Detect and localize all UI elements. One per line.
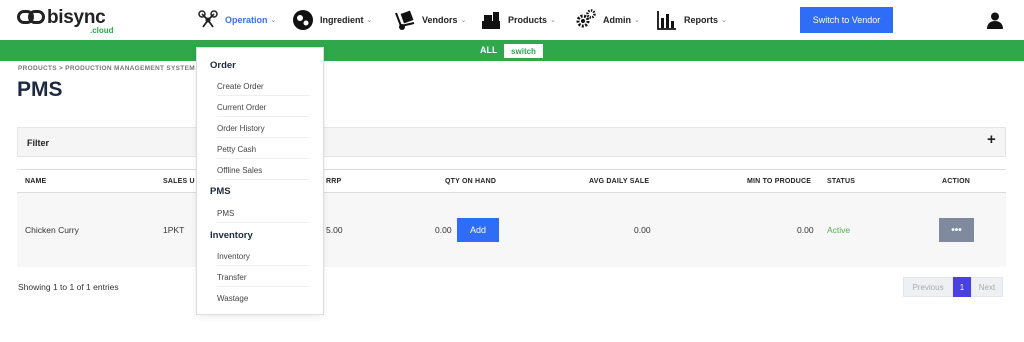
column-header[interactable]: NAME	[25, 178, 46, 185]
cell-min-to-produce: 0.00	[797, 225, 814, 235]
pagination-previous[interactable]: Previous	[903, 277, 953, 297]
menu-section-order: Order	[210, 60, 236, 71]
column-header[interactable]: AVG DAILY SALE	[589, 178, 649, 185]
nav-label: Ingredient	[320, 15, 364, 25]
cell-avg-daily-sale: 0.00	[634, 225, 651, 235]
menu-item-current-order[interactable]: Current Order	[217, 103, 309, 117]
bar-chart-icon	[657, 11, 676, 30]
nav-ingredient[interactable]: Ingredient ⌄	[292, 8, 372, 32]
cell-rrp: 5.00	[326, 225, 343, 235]
chevron-down-icon: ⌄	[550, 17, 556, 24]
nav-label: Reports	[684, 15, 719, 25]
cell-qty-on-hand: 0.00	[435, 225, 452, 235]
menu-section-pms: PMS	[210, 186, 231, 197]
chain-link-icon	[17, 10, 45, 24]
column-header[interactable]: STATUS	[827, 178, 855, 185]
cell-name: Chicken Curry	[25, 225, 79, 235]
menu-section-inventory: Inventory	[210, 230, 253, 241]
top-navbar: bisync .cloud Operation ⌄ Ingredient ⌄ V…	[0, 0, 1024, 40]
context-label: ALL	[480, 45, 498, 55]
chevron-down-icon: ⌄	[721, 17, 727, 24]
page-title: PMS	[17, 78, 63, 101]
operation-dropdown-menu: Order Create Order Current Order Order H…	[196, 47, 324, 315]
user-icon[interactable]	[986, 11, 1004, 29]
add-qty-button[interactable]: Add	[457, 218, 499, 242]
pagination: Previous 1 Next	[903, 277, 1003, 297]
pagination-page-1[interactable]: 1	[953, 277, 971, 297]
chevron-down-icon: ⌄	[270, 17, 277, 24]
menu-item-inventory[interactable]: Inventory	[217, 252, 309, 266]
nav-reports[interactable]: Reports ⌄	[656, 8, 727, 32]
menu-item-order-history[interactable]: Order History	[217, 124, 309, 138]
nav-label: Operation	[225, 15, 268, 25]
chevron-down-icon: ⌄	[460, 17, 467, 24]
entries-info: Showing 1 to 1 of 1 entries	[18, 282, 119, 292]
chevron-down-icon: ⌄	[634, 17, 640, 24]
brand-sub: .cloud	[90, 26, 114, 35]
column-header[interactable]: SALES U	[163, 178, 195, 185]
status-badge: Active	[827, 225, 851, 235]
ingredient-icon	[293, 10, 313, 30]
menu-item-create-order[interactable]: Create Order	[217, 82, 309, 96]
row-actions-button[interactable]: •••	[939, 218, 974, 242]
switch-to-vendor-button[interactable]: Switch to Vendor	[800, 7, 893, 33]
nav-operation[interactable]: Operation ⌄	[197, 8, 276, 32]
drone-icon	[198, 10, 218, 28]
cell-sales-unit: 1PKT	[163, 225, 185, 235]
menu-item-pms[interactable]: PMS	[217, 209, 309, 223]
nav-label: Products	[508, 15, 548, 25]
filter-label: Filter	[27, 138, 50, 148]
hand-truck-icon	[395, 10, 415, 30]
pagination-next[interactable]: Next	[971, 277, 1003, 297]
nav-label: Vendors	[422, 15, 458, 25]
filter-panel[interactable]: Filter +	[17, 127, 1006, 157]
column-header[interactable]: QTY ON HAND	[445, 178, 496, 185]
nav-products[interactable]: Products ⌄	[480, 8, 556, 32]
context-banner: ALL switch	[0, 40, 1024, 61]
nav-label: Admin	[603, 15, 631, 25]
column-header[interactable]: MIN TO PRODUCE	[747, 178, 811, 185]
nav-vendors[interactable]: Vendors ⌄	[394, 8, 466, 32]
menu-item-offline-sales[interactable]: Offline Sales	[217, 166, 309, 180]
menu-item-wastage[interactable]: Wastage	[217, 294, 309, 307]
products-icon	[482, 12, 500, 29]
breadcrumb: PRODUCTS > PRODUCTION MANAGEMENT SYSTEM	[18, 65, 195, 72]
nav-admin[interactable]: Admin ⌄	[575, 8, 640, 32]
expand-filter-icon[interactable]: +	[987, 131, 996, 148]
chevron-down-icon: ⌄	[366, 17, 373, 24]
gears-icon	[576, 9, 596, 28]
table-header: NAME SALES U RRP QTY ON HAND AVG DAILY S…	[17, 170, 1006, 193]
column-header[interactable]: RRP	[326, 178, 341, 185]
menu-item-petty-cash[interactable]: Petty Cash	[217, 145, 309, 159]
pms-table: NAME SALES U RRP QTY ON HAND AVG DAILY S…	[17, 169, 1006, 267]
context-switch-button[interactable]: switch	[504, 44, 543, 58]
table-row: Chicken Curry 1PKT 5.00 0.00 Add 0.00 0.…	[17, 193, 1006, 267]
column-header: ACTION	[942, 178, 971, 185]
menu-item-transfer[interactable]: Transfer	[217, 273, 309, 287]
